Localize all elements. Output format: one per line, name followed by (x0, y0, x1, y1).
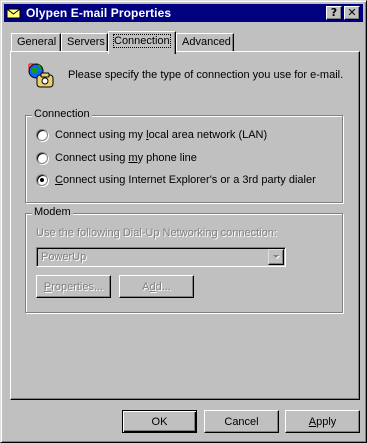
radio-dialer-button[interactable] (36, 174, 48, 186)
add-button[interactable]: Ad d... (119, 275, 194, 298)
tab-connection[interactable]: Connection (108, 31, 176, 54)
connection-group-label: Connection (32, 108, 92, 120)
tab-advanced-label: Advanced (182, 36, 231, 48)
tab-strip: General Servers Connection Advanced (10, 31, 360, 54)
tab-general-label: General (17, 36, 57, 48)
intro-text: Please specify the type of connection yo… (68, 69, 344, 81)
radio-phone-button[interactable] (36, 152, 48, 164)
window-title: Olypen E-mail Properties (26, 6, 172, 20)
radio-lan-button[interactable] (36, 129, 48, 141)
chevron-down-icon[interactable] (268, 249, 284, 265)
radio-dialer[interactable]: Connect using Internet Explorer's or a 3… (36, 174, 316, 186)
radio-lan-label: Connect using my local area network (LAN… (55, 129, 268, 141)
dialog-window: Olypen E-mail Properties ? ✕ General Ser… (0, 0, 367, 443)
modem-group: Modem Use the following Dial-Up Networki… (25, 206, 343, 313)
connection-group: Connection Connect using my local area n… (25, 108, 343, 203)
globe-phone-icon (27, 62, 57, 92)
help-button[interactable]: ? (326, 6, 342, 20)
mail-icon (6, 5, 22, 21)
dialup-connection-select[interactable]: PowerUp (36, 247, 286, 267)
modem-instruction: Use the following Dial-Up Networking con… (36, 227, 277, 239)
close-button[interactable]: ✕ (344, 6, 360, 20)
radio-lan[interactable]: Connect using my local area network (LAN… (36, 129, 267, 141)
radio-dialer-label: Connect using Internet Explorer's or a 3… (55, 174, 316, 186)
properties-button[interactable]: Properties... (36, 275, 111, 298)
cancel-button[interactable]: Cancel (204, 410, 279, 433)
tab-servers[interactable]: Servers (61, 33, 108, 52)
tab-general[interactable]: General (11, 33, 61, 52)
tab-connection-label: Connection (113, 34, 171, 48)
tab-advanced[interactable]: Advanced (176, 33, 234, 52)
radio-phone-label: Connect using my phone line (55, 152, 197, 164)
radio-phone[interactable]: Connect using my phone line (36, 152, 197, 164)
apply-button[interactable]: Apply (285, 410, 360, 433)
modem-group-label: Modem (32, 206, 73, 218)
dialup-connection-value: PowerUp (41, 251, 87, 263)
title-bar[interactable]: Olypen E-mail Properties ? ✕ (4, 4, 363, 22)
tab-servers-label: Servers (67, 36, 105, 48)
ok-button[interactable]: OK (122, 410, 197, 433)
tab-panel: Please specify the type of connection yo… (10, 51, 360, 400)
